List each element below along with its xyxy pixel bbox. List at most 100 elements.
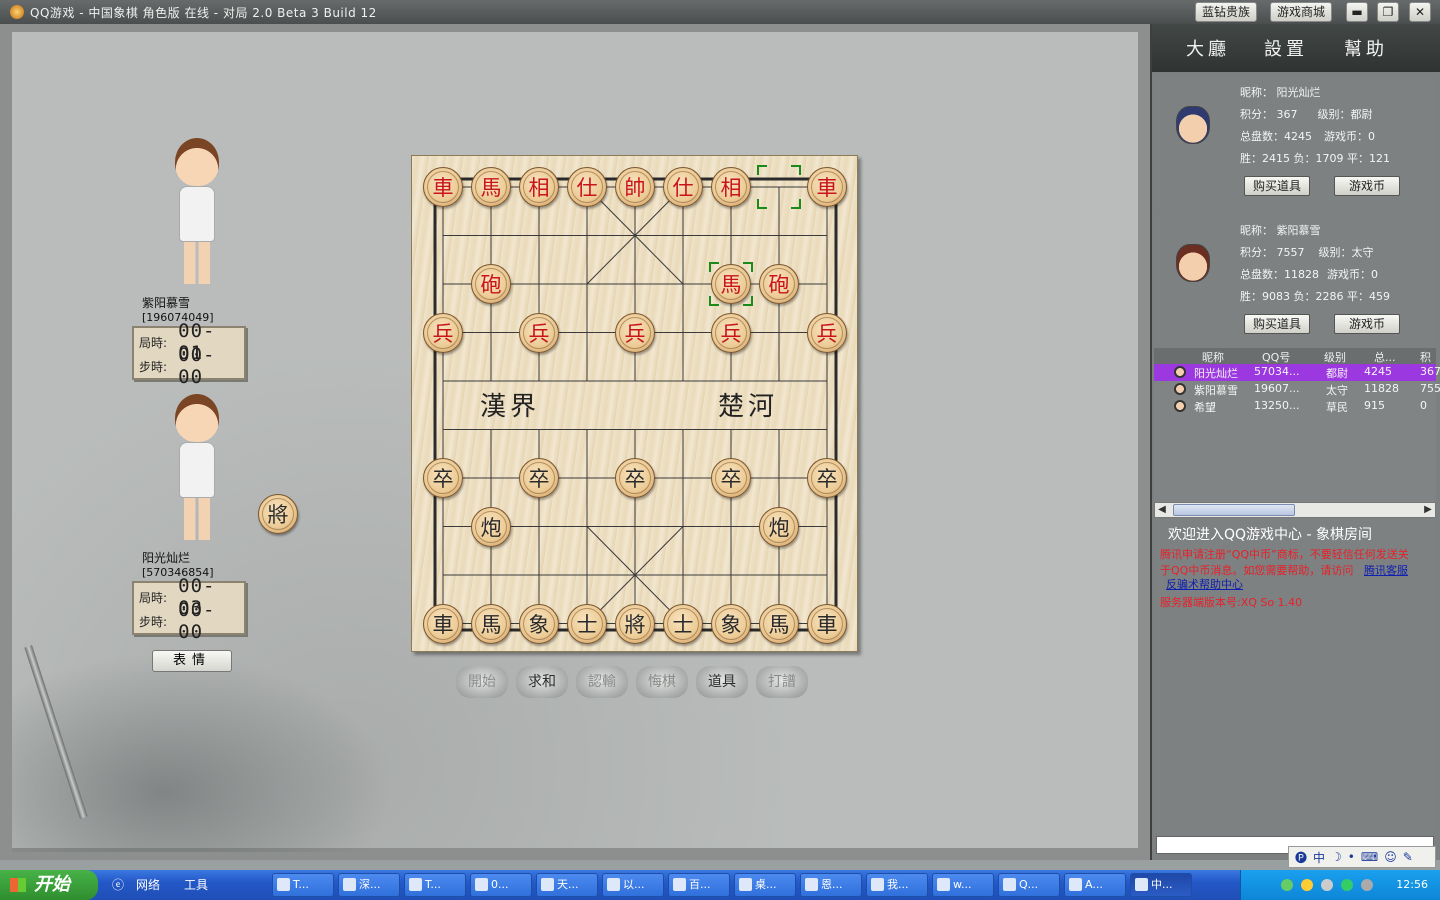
black-piece[interactable]: 象 — [519, 603, 559, 644]
action-button-4[interactable]: 道具 — [696, 666, 748, 698]
black-piece[interactable]: 卒 — [807, 458, 847, 498]
bottom-player-avatar — [162, 394, 232, 544]
taskbar-item[interactable]: Q... — [998, 873, 1060, 897]
chess-board[interactable]: 漢界 楚河 車馬相仕帥仕相車砲馬砲兵兵兵兵兵卒卒卒卒卒炮炮車馬象士將士象馬車 — [411, 155, 858, 652]
last-move-to-marker — [709, 262, 753, 306]
chat-anti-fraud-link[interactable]: 反骗术帮助中心 — [1166, 576, 1243, 592]
taskbar-item[interactable]: 我... — [866, 873, 928, 897]
action-button-2[interactable]: 認輸 — [576, 666, 628, 698]
black-piece[interactable]: 象 — [711, 603, 751, 644]
taskbar-item[interactable]: 以... — [602, 873, 664, 897]
tray-volume-icon[interactable] — [1321, 879, 1333, 891]
card2-game-coins-button[interactable]: 游戏币 — [1334, 314, 1400, 334]
scroll-left-icon[interactable]: ◀ — [1155, 503, 1169, 517]
nav-help[interactable]: 幫助 — [1344, 35, 1388, 61]
red-piece[interactable]: 仕 — [567, 167, 607, 207]
taskbar-app-icon — [871, 878, 884, 891]
tray-network-icon[interactable] — [1281, 879, 1293, 891]
tray-misc-icon[interactable] — [1361, 879, 1373, 891]
card2-buy-items-button[interactable]: 购买道具 — [1244, 314, 1310, 334]
chat-service-link[interactable]: 腾讯客服 — [1364, 562, 1408, 578]
action-button-3[interactable]: 悔棋 — [636, 666, 688, 698]
tray-security-icon[interactable] — [1341, 879, 1353, 891]
ime-icon: 🅟 — [1295, 850, 1308, 865]
side-general-piece: 將 — [258, 494, 298, 534]
net-toolbar[interactable]: 网络 — [136, 876, 160, 893]
expression-button[interactable]: 表情 — [152, 650, 232, 672]
tray-qq-icon[interactable] — [1301, 879, 1313, 891]
card1-buy-items-button[interactable]: 购买道具 — [1244, 176, 1310, 196]
tools-toolbar[interactable]: 工具 — [184, 876, 208, 893]
user-list-row[interactable]: 希望 13250... 草民 915 0 — [1154, 398, 1436, 415]
user-list-row[interactable]: 阳光灿烂 57034... 都尉 4245 367 — [1154, 364, 1440, 381]
scroll-right-icon[interactable]: ▶ — [1421, 503, 1435, 517]
right-panel: 大廳 設置 幫助 昵称： 阳光灿烂 积分： 367 级别：都尉 总盘数：4245 游… — [1150, 24, 1440, 860]
taskbar-item[interactable]: 中... — [1130, 873, 1192, 897]
action-button-1[interactable]: 求和 — [516, 666, 568, 698]
user-list[interactable]: 昵称 QQ号 级别 总... 积 阳光灿烂 57034... 都尉 4245 367 紫阳… — [1154, 348, 1440, 522]
taskbar-item[interactable]: A... — [1064, 873, 1126, 897]
vip-button[interactable]: 蓝钻贵族 — [1195, 2, 1258, 22]
taskbar-item[interactable]: T... — [404, 873, 466, 897]
red-piece[interactable]: 車 — [423, 167, 463, 207]
red-piece[interactable]: 砲 — [471, 264, 511, 304]
red-piece[interactable]: 兵 — [711, 312, 751, 353]
taskbar-item-label: 我... — [887, 878, 909, 891]
minimize-button[interactable]: ▬ — [1346, 2, 1368, 22]
red-piece[interactable]: 仕 — [663, 167, 703, 207]
black-piece[interactable]: 卒 — [711, 458, 751, 498]
black-piece[interactable]: 馬 — [759, 603, 799, 644]
taskbar-item[interactable]: 恩... — [800, 873, 862, 897]
taskbar-item[interactable]: 百... — [668, 873, 730, 897]
user-list-scrollbar[interactable]: ◀ ▶ — [1154, 502, 1436, 518]
red-piece[interactable]: 兵 — [519, 312, 559, 353]
red-piece[interactable]: 相 — [711, 167, 751, 207]
ie-icon[interactable]: ⓔ — [112, 876, 124, 893]
close-button[interactable]: ✕ — [1409, 2, 1431, 22]
game-shop-button[interactable]: 游戏商城 — [1270, 2, 1333, 22]
black-piece[interactable]: 卒 — [615, 458, 655, 498]
red-piece[interactable]: 兵 — [615, 312, 655, 353]
start-button[interactable]: 开始 — [0, 870, 98, 900]
taskbar-item[interactable]: 0... — [470, 873, 532, 897]
nav-settings[interactable]: 設置 — [1264, 35, 1308, 61]
restore-button[interactable]: ❐ — [1377, 2, 1399, 22]
ime-mode[interactable]: 中 — [1313, 849, 1325, 866]
red-piece[interactable]: 相 — [519, 167, 559, 207]
red-piece[interactable]: 馬 — [471, 167, 511, 207]
black-piece[interactable]: 將 — [615, 603, 655, 644]
black-piece[interactable]: 卒 — [423, 458, 463, 498]
black-piece[interactable]: 卒 — [519, 458, 559, 498]
black-piece[interactable]: 車 — [807, 603, 847, 644]
red-piece[interactable]: 帥 — [615, 167, 655, 207]
red-piece[interactable]: 車 — [807, 167, 847, 207]
taskbar-item[interactable]: 天... — [536, 873, 598, 897]
wrench-icon: ✎ — [1402, 850, 1413, 864]
clock: 12:56 — [1396, 878, 1428, 891]
taskbar-app-icon — [409, 878, 422, 891]
punct-icon: • — [1347, 850, 1355, 864]
nav-hall[interactable]: 大廳 — [1186, 35, 1230, 61]
red-piece[interactable]: 兵 — [423, 312, 463, 353]
scroll-thumb[interactable] — [1173, 504, 1295, 516]
black-piece[interactable]: 士 — [567, 603, 607, 644]
card1-game-coins-button[interactable]: 游戏币 — [1334, 176, 1400, 196]
server-version: 服务器端版本号:XQ So 1.40 — [1160, 596, 1303, 609]
user-name: 阳光灿烂 — [1194, 367, 1238, 380]
taskbar-item[interactable]: 桌... — [734, 873, 796, 897]
black-piece[interactable]: 士 — [663, 603, 703, 644]
black-piece[interactable]: 炮 — [759, 506, 799, 547]
black-piece[interactable]: 馬 — [471, 603, 511, 644]
action-button-0[interactable]: 開始 — [456, 666, 508, 698]
taskbar-item[interactable]: T... — [272, 873, 334, 897]
black-piece[interactable]: 車 — [423, 603, 463, 644]
red-piece[interactable]: 砲 — [759, 264, 799, 304]
taskbar-item[interactable]: w... — [932, 873, 994, 897]
black-piece[interactable]: 炮 — [471, 506, 511, 547]
last-move-from-marker — [757, 165, 801, 209]
user-list-row[interactable]: 紫阳慕雪 19607... 太守 11828 755 — [1154, 381, 1440, 398]
taskbar-item[interactable]: 深... — [338, 873, 400, 897]
ime-bar[interactable]: 🅟 中 ☽ • ⌨ ☺ ✎ — [1288, 846, 1436, 868]
red-piece[interactable]: 兵 — [807, 312, 847, 353]
action-button-5[interactable]: 打譜 — [756, 666, 808, 698]
